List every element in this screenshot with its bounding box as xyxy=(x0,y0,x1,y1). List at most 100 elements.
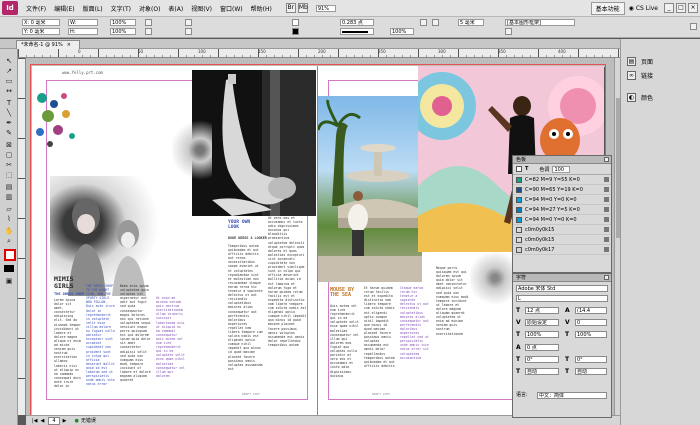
text-column[interactable]: Ut enim ad minima veniam quis nostrum ex… xyxy=(156,296,186,388)
mid-head[interactable]: YOUR OWN LOOK xyxy=(228,220,262,230)
opacity-field[interactable]: 100% xyxy=(390,28,414,35)
panel-menu-icon[interactable] xyxy=(604,275,609,280)
swatches-title[interactable]: 色板 xyxy=(513,156,611,164)
bridge-icon[interactable]: Br xyxy=(285,3,296,13)
panel-menu-icon[interactable] xyxy=(690,23,697,30)
tracking-field[interactable]: 0 xyxy=(575,319,607,326)
baseline-shift-field[interactable]: 0 点 xyxy=(525,344,559,351)
font-family-field[interactable]: Adobe 宋体 Std xyxy=(516,285,608,292)
leading-field[interactable]: (14.4 xyxy=(575,307,607,314)
vertical-ruler[interactable] xyxy=(18,58,26,415)
pencil-tool-icon[interactable]: ✎ xyxy=(4,129,14,137)
gradient-feather-tool-icon[interactable]: ▥ xyxy=(4,193,14,201)
apply-color-icon[interactable] xyxy=(4,265,14,272)
stroke-swatch-icon[interactable] xyxy=(292,28,299,35)
page-field[interactable]: 4 xyxy=(48,416,60,425)
type-tool-icon[interactable]: T xyxy=(4,99,14,107)
text-column[interactable]: Neque porro quisquam est qui dolorem ips… xyxy=(436,266,470,388)
flip-v-icon[interactable] xyxy=(185,28,192,35)
menu-edit[interactable]: 编辑(E) xyxy=(50,4,78,13)
text-column[interactable]: At vero eos et accusamus et iusto odio d… xyxy=(268,216,308,376)
scissors-tool-icon[interactable]: ✂ xyxy=(4,161,14,169)
text-column[interactable]: Lorem ipsum dolor sit amet, consectetur … xyxy=(54,298,82,388)
object-style-field[interactable]: [基本图形框架] xyxy=(505,19,575,26)
hand-tool-icon[interactable]: ✋ xyxy=(4,227,14,235)
aki-left-field[interactable]: 自动 xyxy=(525,368,559,375)
aki-right-field[interactable]: 自动 xyxy=(575,368,607,375)
menu-help[interactable]: 帮助(H) xyxy=(247,4,276,13)
tint-field[interactable]: 100 xyxy=(552,165,571,173)
left-sub-head[interactable]: THE DRESS SHOP xyxy=(54,292,84,296)
workspace-switcher[interactable]: 基本功能 xyxy=(590,1,625,15)
pen-tool-icon[interactable]: ✒ xyxy=(4,119,14,127)
swatch-row[interactable]: C=94 M=0 Y=0 K=0 xyxy=(513,195,611,205)
y-field[interactable]: Y: 0 毫米 xyxy=(22,28,60,35)
line-tool-icon[interactable]: ╲ xyxy=(4,109,14,117)
drop-shadow-icon[interactable] xyxy=(432,19,439,26)
dock-links[interactable]: ∞ 链接 xyxy=(627,69,653,81)
fill-icon[interactable] xyxy=(516,166,522,172)
dimension-field[interactable]: 5 毫米 xyxy=(458,19,484,26)
fill-stroke-icon[interactable] xyxy=(4,249,16,261)
character-title[interactable]: 字符 xyxy=(513,274,611,282)
rotate-char-field[interactable]: 0° xyxy=(575,356,607,363)
direct-selection-tool-icon[interactable]: ↗ xyxy=(4,67,14,75)
menu-layout[interactable]: 版面(L) xyxy=(79,4,107,13)
rectangle-frame-tool-icon[interactable]: ⊠ xyxy=(4,141,14,149)
swatch-row[interactable]: c0m0y0k15 xyxy=(513,235,611,245)
text-column[interactable]: THE DRESS SHOP TO THE NIGHT CLUB, AND TH… xyxy=(86,284,116,388)
dock-color[interactable]: ◐ 颜色 xyxy=(627,91,653,103)
flip-h-icon[interactable] xyxy=(185,19,192,26)
swatch-row[interactable]: C=90 M=65 Y=19 K=0 xyxy=(513,185,611,195)
shear-icon[interactable] xyxy=(145,28,152,35)
close-tab-icon[interactable]: × xyxy=(67,42,71,48)
close-button[interactable]: × xyxy=(688,3,698,13)
horizontal-scale-field[interactable]: 100% xyxy=(575,331,607,338)
note-tool-icon[interactable]: ▱ xyxy=(4,205,14,213)
fill-swatch-icon[interactable] xyxy=(292,19,299,26)
h-field[interactable]: H: xyxy=(68,28,98,35)
next-page-button[interactable]: ▶ xyxy=(63,418,67,424)
swatch-row[interactable]: C=94 M=27 Y=5 K=0 xyxy=(513,205,611,215)
swatch-row[interactable]: c0m0y0k15 xyxy=(513,225,611,235)
prev-page-button[interactable]: ◀ xyxy=(41,418,45,424)
mid-sub-head[interactable]: DUDE NEEDS A LOOKER xyxy=(228,236,268,240)
rectangle-tool-icon[interactable]: ▢ xyxy=(4,151,14,159)
left-small-head[interactable]: www.Yelly.prt.com xyxy=(62,70,103,75)
eyedropper-tool-icon[interactable]: ⌇ xyxy=(4,215,14,223)
horizontal-ruler[interactable]: 0 50 100 150 200 250 300 350 400 xyxy=(18,49,620,58)
preflight-status[interactable]: 无错误 xyxy=(81,417,96,424)
percent-a-field[interactable]: 100% xyxy=(110,19,136,26)
text-column[interactable]: Quis autem vel eum iure reprehenderit qu… xyxy=(330,304,360,388)
percent-b-field[interactable]: 100% xyxy=(110,28,136,35)
document-tab[interactable]: *未命名-1 @ 91% × xyxy=(16,40,80,49)
menu-type[interactable]: 文字(T) xyxy=(107,4,135,13)
gradient-tool-icon[interactable]: ▤ xyxy=(4,183,14,191)
text-column[interactable]: Temporibus autem quibusdam et aut offici… xyxy=(228,244,264,374)
menu-file[interactable]: 文件(F) xyxy=(22,4,50,13)
wrap-icon[interactable] xyxy=(505,28,512,35)
swatch-row[interactable]: C=82 M=9 Y=55 K=0 xyxy=(513,175,611,185)
panel-menu-icon[interactable] xyxy=(604,157,609,162)
dock-pages[interactable]: ▤ 页面 xyxy=(627,55,653,67)
w-field[interactable]: W: xyxy=(68,19,98,26)
kerning-field[interactable]: 原始设定 xyxy=(525,319,559,326)
vertical-scale-field[interactable]: 100% xyxy=(525,331,559,338)
rotate-icon[interactable] xyxy=(145,19,152,26)
text-fill-icon[interactable]: T xyxy=(525,166,528,172)
zoom-field[interactable]: 91% xyxy=(315,4,336,12)
minimize-button[interactable]: _ xyxy=(664,3,674,13)
stroke-style-field[interactable] xyxy=(340,28,374,35)
minibridge-icon[interactable]: Mb xyxy=(297,3,308,13)
menu-object[interactable]: 对象(O) xyxy=(135,4,164,13)
skew-field[interactable]: 0° xyxy=(525,356,559,363)
language-field[interactable]: 中文：简体 xyxy=(537,392,607,399)
swatch-row[interactable]: c0m0y0k17 xyxy=(513,245,611,255)
effects-icon[interactable] xyxy=(420,19,427,26)
normal-view-icon[interactable]: ▣ xyxy=(4,277,14,285)
cs-live[interactable]: ◉ CS Live xyxy=(629,5,658,12)
gap-tool-icon[interactable]: ↔ xyxy=(4,87,14,95)
x-field[interactable]: X: 0 毫米 xyxy=(22,19,60,26)
right-head[interactable]: MOUSE BY THE SEA xyxy=(330,287,360,299)
free-transform-tool-icon[interactable]: ⬚ xyxy=(4,171,14,179)
